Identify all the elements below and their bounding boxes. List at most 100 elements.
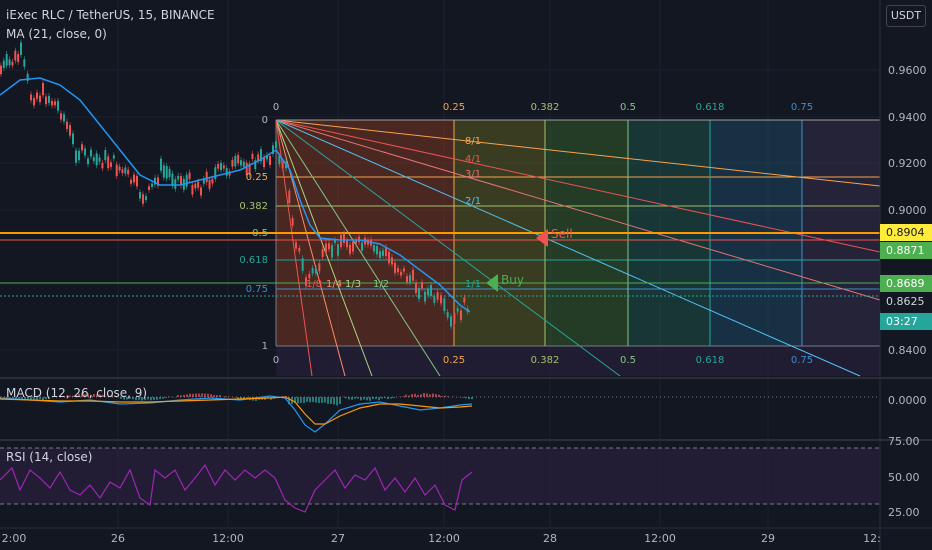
- macd-histogram-bar: [423, 393, 425, 397]
- svg-text:0.9200: 0.9200: [888, 157, 927, 170]
- svg-text:0.75: 0.75: [791, 355, 813, 366]
- macd-histogram-bar: [354, 397, 356, 399]
- candle-body: [388, 251, 390, 264]
- countdown-badge: 03:27: [880, 313, 932, 330]
- macd-histogram-bar: [312, 397, 314, 403]
- svg-text:26: 26: [111, 532, 125, 545]
- macd-signal-line: [0, 396, 473, 425]
- sell-price-badge: 0.8904: [880, 224, 932, 241]
- candle-body: [281, 161, 284, 169]
- svg-text:0.75: 0.75: [791, 102, 813, 113]
- candle-body: [185, 174, 188, 187]
- macd-histogram-bar: [405, 394, 407, 397]
- svg-text:1/3: 1/3: [345, 279, 361, 290]
- candle-body: [151, 183, 153, 187]
- currency-button[interactable]: USDT: [886, 5, 926, 27]
- candle-body: [222, 165, 225, 169]
- candle-body: [160, 158, 162, 171]
- candle-body: [133, 174, 135, 183]
- candle-body: [39, 95, 41, 103]
- macd-histogram-bar: [297, 397, 299, 404]
- svg-text:1/4: 1/4: [326, 279, 342, 290]
- candle-body: [5, 53, 8, 66]
- candle-body: [231, 159, 234, 167]
- candle-body: [450, 316, 452, 327]
- rsi-legend[interactable]: RSI (14, close): [6, 450, 98, 464]
- svg-text:0.618: 0.618: [696, 102, 725, 113]
- candle-body: [112, 155, 115, 159]
- candle-body: [90, 149, 92, 157]
- candle-body: [331, 245, 333, 258]
- svg-text:0.9600: 0.9600: [888, 64, 927, 77]
- svg-text:0.618: 0.618: [239, 255, 268, 266]
- svg-text:3/1: 3/1: [465, 169, 481, 180]
- macd-histogram-bar: [330, 397, 332, 404]
- macd-histogram-bar: [300, 397, 302, 403]
- macd-histogram-bar: [336, 397, 338, 406]
- macd-histogram-bar: [315, 397, 317, 403]
- svg-text:0.9000: 0.9000: [888, 204, 927, 217]
- macd-histogram-bar: [462, 397, 464, 398]
- macd-histogram-bar: [414, 393, 416, 397]
- svg-text:12:: 12:: [863, 532, 881, 545]
- candle-body: [427, 288, 429, 296]
- chart-canvas[interactable]: 0 0.25 0.382 0.5 0.618 0.75 1 0 0.25 0.3…: [0, 0, 932, 550]
- svg-text:28: 28: [543, 532, 557, 545]
- svg-text:0: 0: [273, 355, 279, 366]
- macd-histogram-bar: [441, 396, 443, 397]
- candle-body: [121, 169, 124, 174]
- ma-legend[interactable]: MA (21, close, 0): [6, 27, 113, 41]
- svg-text:50.00: 50.00: [888, 471, 920, 484]
- candle-body: [225, 168, 228, 176]
- candle-body: [101, 162, 104, 169]
- macd-histogram-bar: [321, 397, 323, 403]
- candle-body: [397, 268, 399, 273]
- candle-body: [456, 308, 459, 312]
- candle-body: [400, 271, 402, 276]
- symbol-legend[interactable]: iExec RLC / TetherUS, 15, BINANCE: [6, 8, 221, 22]
- svg-text:0: 0: [273, 102, 279, 113]
- macd-histogram-bar: [306, 397, 308, 402]
- macd-histogram-bar: [195, 393, 197, 397]
- svg-text:12:00: 12:00: [428, 532, 460, 545]
- macd-legend[interactable]: MACD (12, 26, close, 9): [6, 386, 153, 400]
- candle-body: [81, 144, 83, 151]
- candle-body: [251, 153, 254, 159]
- macd-histogram-bar: [225, 396, 227, 397]
- candle-body: [460, 310, 462, 320]
- candle-body: [234, 156, 237, 167]
- symbol-title: iExec RLC / TetherUS, 15, BINANCE: [6, 8, 215, 22]
- candle-body: [197, 181, 200, 188]
- candle-body: [403, 268, 405, 272]
- candle-body: [394, 262, 396, 273]
- buy-price-badge: 0.8689: [880, 275, 932, 292]
- svg-text:1: 1: [262, 341, 268, 352]
- candle-body: [11, 61, 14, 66]
- macd-histogram-bar: [357, 397, 359, 399]
- candle-body: [346, 240, 348, 248]
- candle-body: [440, 295, 442, 304]
- macd-histogram-bar: [213, 394, 215, 397]
- candle-body: [424, 291, 426, 302]
- candle-body: [436, 292, 439, 300]
- svg-text:0.618: 0.618: [696, 355, 725, 366]
- candle-body: [162, 165, 165, 178]
- svg-text:2/1: 2/1: [465, 196, 481, 207]
- candle-body: [118, 166, 121, 171]
- candle-body: [418, 288, 420, 300]
- candle-body: [127, 169, 130, 175]
- macd-histogram-bar: [162, 397, 164, 399]
- candle-body: [130, 179, 132, 184]
- svg-text:0.382: 0.382: [239, 201, 268, 212]
- time-axis[interactable]: 2:00 26 12:00 27 12:00 28 12:00 29 12:: [2, 532, 881, 545]
- candle-body: [45, 96, 47, 105]
- macd-histogram-bar: [339, 397, 341, 404]
- svg-text:4/1: 4/1: [465, 154, 481, 165]
- svg-text:1/2: 1/2: [373, 279, 389, 290]
- macd-histogram-bar: [303, 397, 305, 404]
- candle-body: [337, 244, 339, 256]
- macd-histogram-bar: [186, 394, 188, 397]
- candle-body: [340, 234, 342, 248]
- macd-histogram-bar: [210, 394, 212, 397]
- svg-text:0.0000: 0.0000: [888, 394, 927, 407]
